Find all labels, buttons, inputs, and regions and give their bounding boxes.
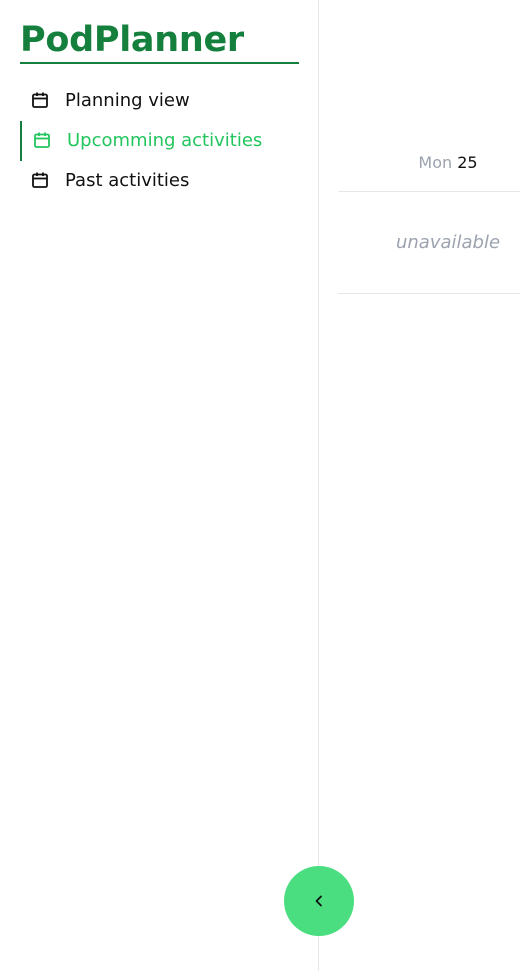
- calendar-icon: [34, 132, 50, 148]
- sidebar-item-label: Past activities: [65, 170, 190, 191]
- app-title: PodPlanner: [20, 20, 244, 60]
- sidebar-item-label: Upcomming activities: [67, 130, 263, 151]
- sidebar-item-upcomming-activities[interactable]: Upcomming activities: [20, 121, 299, 161]
- chevron-left-icon: [315, 895, 322, 907]
- day-column-header: Mon 25: [338, 140, 520, 192]
- sidebar-nav: Planning view Upcomming activities Past …: [20, 81, 299, 201]
- day-name: Mon: [418, 153, 453, 172]
- calendar-icon: [32, 172, 48, 188]
- collapse-sidebar-button[interactable]: [284, 866, 354, 936]
- app: PodPlanner Planning view Upcomming activ…: [0, 0, 520, 971]
- calendar-icon: [32, 92, 48, 108]
- sidebar-item-label: Planning view: [65, 90, 190, 111]
- calendar-panel: Mon 25 unavailable: [320, 0, 520, 971]
- sidebar: PodPlanner Planning view Upcomming activ…: [0, 0, 319, 971]
- sidebar-item-planning-view[interactable]: Planning view: [20, 81, 299, 121]
- day-number: 25: [457, 153, 478, 172]
- day-label: Mon 25: [338, 152, 520, 174]
- brand-header: PodPlanner: [20, 18, 299, 64]
- day-cell[interactable]: unavailable: [338, 192, 520, 294]
- sidebar-item-past-activities[interactable]: Past activities: [20, 161, 299, 201]
- availability-status: unavailable: [395, 232, 501, 253]
